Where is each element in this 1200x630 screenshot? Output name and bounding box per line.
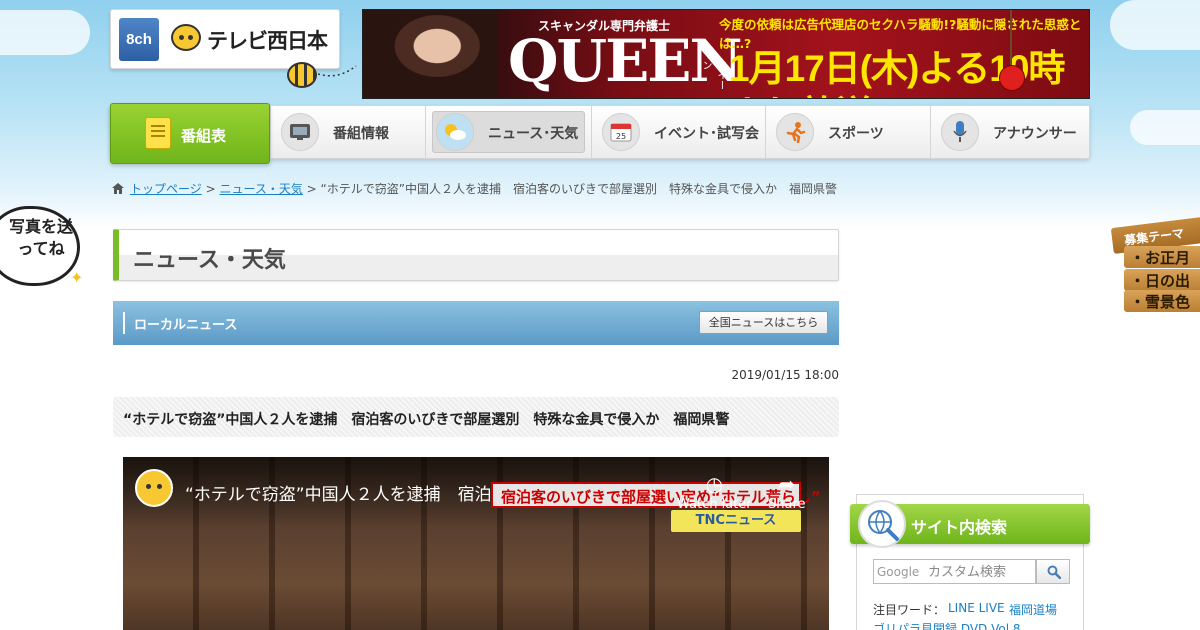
- breadcrumb-section-link[interactable]: ニュース・天気: [219, 182, 302, 196]
- microphone-icon: [941, 113, 979, 151]
- cloud-decoration: [1110, 0, 1200, 50]
- search-button[interactable]: [1036, 559, 1070, 584]
- apple-icon: [999, 65, 1025, 91]
- theme-item: ・雪景色: [1124, 290, 1200, 312]
- nav-label: 番組情報: [333, 126, 389, 142]
- station-logo[interactable]: 8ch テレビ西日本: [110, 9, 340, 69]
- breadcrumb-home-link[interactable]: トップページ: [130, 182, 202, 196]
- article-date: 2019/01/15 18:00: [731, 368, 839, 382]
- page-section-header: ニュース・天気: [113, 229, 839, 281]
- nav-item-sports[interactable]: スポーツ: [766, 106, 931, 158]
- banner-airdate: 1月17日(木)よる10時より放送: [729, 48, 1065, 98]
- theme-item: ・お正月: [1124, 246, 1200, 268]
- hot-word-link[interactable]: 福岡道場: [1009, 601, 1057, 618]
- hot-word-link[interactable]: ゴリパラ見聞録 DVD Vol.8: [873, 620, 1021, 630]
- video-player[interactable]: “ホテルで窃盗”中国人２人を逮捕 宿泊客のいびきで部屋選別 宿泊客のいびきで部屋…: [123, 457, 829, 630]
- nav-label: イベント･試写会: [654, 126, 759, 142]
- page-title: ニュース・天気: [133, 248, 286, 273]
- runner-icon: [776, 113, 814, 151]
- banner-actress-photo: [363, 10, 498, 98]
- nav-label: ニュース･天気: [488, 126, 579, 142]
- nav-item-program-info[interactable]: 番組情報: [271, 106, 426, 158]
- local-news-title: ローカルニュース: [134, 318, 238, 333]
- channel-avatar[interactable]: [135, 469, 173, 507]
- breadcrumb: トップページ > ニュース・天気 > “ホテルで窃盗”中国人２人を逮捕 宿泊客の…: [112, 180, 837, 197]
- nav-item-program-guide[interactable]: 番組表: [110, 103, 270, 164]
- home-icon: [112, 183, 124, 194]
- video-news-logo: TNCニュース: [671, 510, 801, 532]
- nav-item-news-weather[interactable]: ニュース･天気: [426, 106, 592, 158]
- share-label: Share: [768, 497, 806, 512]
- nav-label: スポーツ: [828, 126, 884, 142]
- local-news-bar: ローカルニュース 全国ニュースはこちら: [113, 301, 839, 345]
- breadcrumb-current: “ホテルで窃盗”中国人２人を逮捕 宿泊客のいびきで部屋選別 特殊な金具で侵入か …: [320, 182, 837, 196]
- share-button[interactable]: ➦ Share: [768, 471, 806, 512]
- banner-title-reading: クイーン: [700, 60, 726, 90]
- nav-label: アナウンサー: [993, 126, 1077, 142]
- weather-icon: [436, 113, 474, 151]
- photo-bubble-text: 写真を送ってね: [8, 217, 73, 258]
- photo-theme-sign[interactable]: 募集テーマ ・お正月 ・日の出 ・雪景色: [1110, 216, 1200, 318]
- video-caption-overlay: 宿泊客のいびきで部屋選い定め“ホテル荒らし”: [491, 482, 821, 508]
- share-arrow-icon: ➦: [778, 472, 796, 496]
- hot-words-label: 注目ワード：: [873, 603, 946, 617]
- cloud-decoration: [1130, 110, 1200, 145]
- search-icon: [1047, 565, 1061, 579]
- clock-icon: ◷: [705, 472, 724, 496]
- channel-badge: 8ch: [119, 18, 159, 61]
- tv-icon: [281, 113, 319, 151]
- national-news-button[interactable]: 全国ニュースはこちら: [699, 311, 828, 334]
- globe-search-icon: [858, 500, 906, 548]
- article-title-box: “ホテルで窃盗”中国人２人を逮捕 宿泊客のいびきで部屋選別 特殊な金具で侵入か …: [113, 397, 839, 437]
- site-search-title: サイト内検索: [911, 518, 1008, 537]
- bee-logo-icon: [171, 24, 201, 51]
- bee-trail-icon: [318, 65, 357, 77]
- google-brand-mark: Google: [877, 565, 920, 579]
- nav-item-announcers[interactable]: アナウンサー: [931, 106, 1089, 158]
- nav-label: 番組表: [181, 127, 227, 145]
- hot-word-link[interactable]: LINE LIVE: [948, 601, 1005, 615]
- drama-banner[interactable]: スキャンダル専門弁護士 QUEEN クイーン 今度の依頼は広告代理店のセクハラ騒…: [362, 9, 1090, 99]
- station-name: テレビ西日本: [207, 30, 328, 53]
- article-title: “ホテルで窃盗”中国人２人を逮捕 宿泊客のいびきで部屋選別 特殊な金具で侵入か …: [123, 412, 730, 428]
- watch-later-label: Watch later: [677, 497, 752, 512]
- nav-item-events[interactable]: 25 イベント･試写会: [592, 106, 766, 158]
- watch-later-button[interactable]: ◷ Watch later: [677, 471, 752, 512]
- sparkle-icon: ✦: [70, 268, 84, 287]
- rope-icon: [1010, 10, 1012, 66]
- cloud-decoration: [0, 10, 90, 55]
- theme-item: ・日の出: [1124, 269, 1200, 291]
- schedule-icon: [145, 117, 171, 149]
- bee-mascot-icon: [287, 62, 317, 88]
- calendar-day: 25: [616, 132, 626, 141]
- calendar-icon: 25: [602, 113, 640, 151]
